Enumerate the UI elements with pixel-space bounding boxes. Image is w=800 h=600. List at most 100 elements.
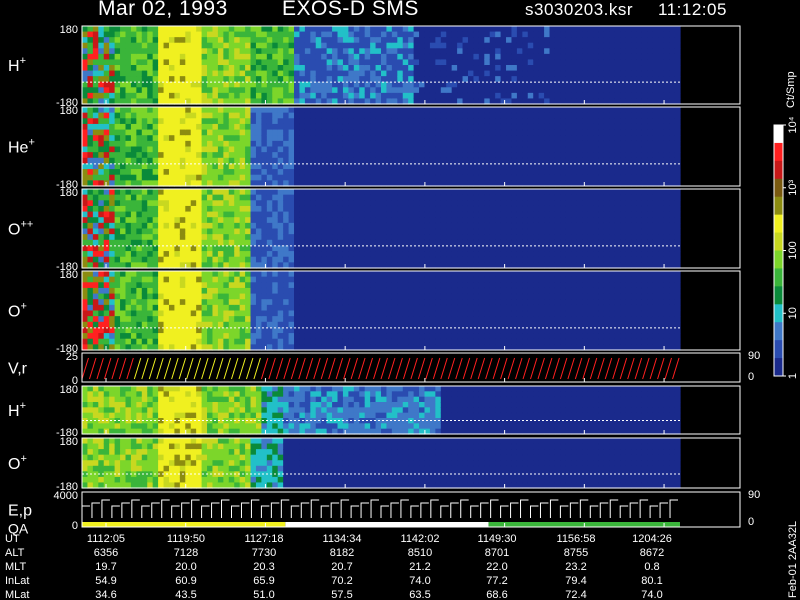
- heat-cell: [424, 87, 431, 94]
- heat-cell: [658, 152, 665, 159]
- heat-cell: [576, 217, 583, 224]
- heat-cell: [467, 152, 475, 159]
- heat-cell: [120, 205, 127, 213]
- heat-cell: [114, 59, 121, 66]
- heat-cell: [658, 194, 665, 201]
- heat-cell: [359, 140, 366, 148]
- heat-cell: [408, 123, 415, 131]
- heat-cell: [641, 152, 648, 159]
- heat-cell: [375, 76, 382, 83]
- heat-cell: [272, 135, 279, 142]
- heat-cell: [228, 211, 235, 218]
- heat-cell: [359, 169, 366, 176]
- heat-cell: [554, 256, 561, 263]
- heat-cell: [457, 194, 464, 201]
- heat-cell: [147, 169, 154, 176]
- heat-cell: [647, 251, 654, 258]
- heat-cell: [549, 48, 556, 55]
- heat-cell: [631, 140, 638, 148]
- heat-cell: [511, 37, 518, 44]
- heat-cell: [304, 118, 311, 125]
- heat-cell: [245, 205, 252, 213]
- heat-cell: [587, 146, 594, 153]
- heat-cell: [381, 65, 388, 72]
- heat-cell: [440, 152, 447, 159]
- heat-cell: [435, 205, 442, 213]
- heat-cell: [631, 222, 638, 230]
- heat-cell: [332, 118, 339, 125]
- heat-cell: [603, 228, 610, 235]
- heat-cell: [397, 118, 404, 125]
- heat-cell: [522, 189, 529, 196]
- heat-cell: [614, 135, 621, 142]
- heat-cell: [250, 112, 257, 119]
- heat-cell: [109, 299, 116, 306]
- heat-cell: [163, 211, 170, 218]
- heat-cell: [419, 53, 426, 61]
- heat-cell: [239, 169, 246, 176]
- heat-cell: [544, 135, 551, 142]
- heat-cell: [658, 200, 665, 207]
- heat-cell: [489, 48, 496, 55]
- heat-cell: [647, 31, 654, 38]
- heat-cell: [652, 140, 659, 148]
- heat-cell: [201, 169, 208, 176]
- heat-cell: [473, 169, 480, 176]
- heat-cell: [174, 169, 181, 176]
- heat-cell: [489, 59, 496, 66]
- heat-cell: [277, 251, 284, 258]
- heat-cell: [652, 146, 659, 153]
- heat-cell: [201, 228, 208, 235]
- heat-cell: [223, 205, 230, 213]
- heat-cell: [544, 112, 551, 119]
- heat-cell: [473, 48, 480, 55]
- heat-cell: [310, 228, 317, 235]
- heat-cell: [174, 211, 181, 218]
- heat-cell: [255, 157, 262, 165]
- heat-cell: [522, 152, 529, 159]
- heat-cell: [223, 92, 230, 100]
- heat-cell: [576, 42, 583, 49]
- heat-cell: [451, 87, 458, 94]
- heat-cell: [467, 65, 475, 72]
- heat-cell: [457, 65, 464, 72]
- heat-cell: [620, 42, 627, 49]
- heat-cell: [288, 217, 295, 224]
- heat-cell: [321, 107, 328, 114]
- heat-cell: [625, 53, 632, 61]
- heat-cell: [158, 256, 165, 263]
- heat-cell: [457, 59, 464, 66]
- heat-cell: [500, 92, 507, 100]
- heat-cell: [636, 194, 643, 201]
- heat-cell: [310, 118, 317, 125]
- heat-cell: [185, 42, 192, 49]
- heat-cell: [223, 31, 230, 38]
- heat-cell: [641, 256, 648, 263]
- heat-cell: [527, 26, 534, 33]
- heat-cell: [179, 65, 186, 72]
- heat-cell: [98, 239, 105, 247]
- heat-cell: [299, 87, 306, 94]
- heat-cell: [598, 169, 605, 176]
- heat-cell: [87, 338, 94, 345]
- heat-cell: [179, 48, 186, 55]
- heat-cell: [255, 48, 262, 55]
- heat-cell: [652, 123, 659, 131]
- heat-cell: [397, 135, 404, 142]
- heat-cell: [152, 157, 159, 165]
- heat-cell: [402, 87, 409, 94]
- heat-cell: [158, 118, 165, 125]
- heat-cell: [359, 239, 366, 247]
- heat-cell: [506, 157, 513, 165]
- heat-cell: [625, 92, 632, 100]
- heat-cell: [201, 256, 208, 263]
- heat-cell: [103, 92, 110, 100]
- heat-cell: [554, 189, 561, 196]
- heat-cell: [658, 53, 665, 61]
- heat-cell: [473, 194, 480, 201]
- heat-cell: [402, 135, 409, 142]
- heat-cell: [283, 112, 290, 119]
- heat-cell: [658, 135, 665, 142]
- heat-cell: [158, 222, 165, 230]
- heat-cell: [212, 211, 219, 218]
